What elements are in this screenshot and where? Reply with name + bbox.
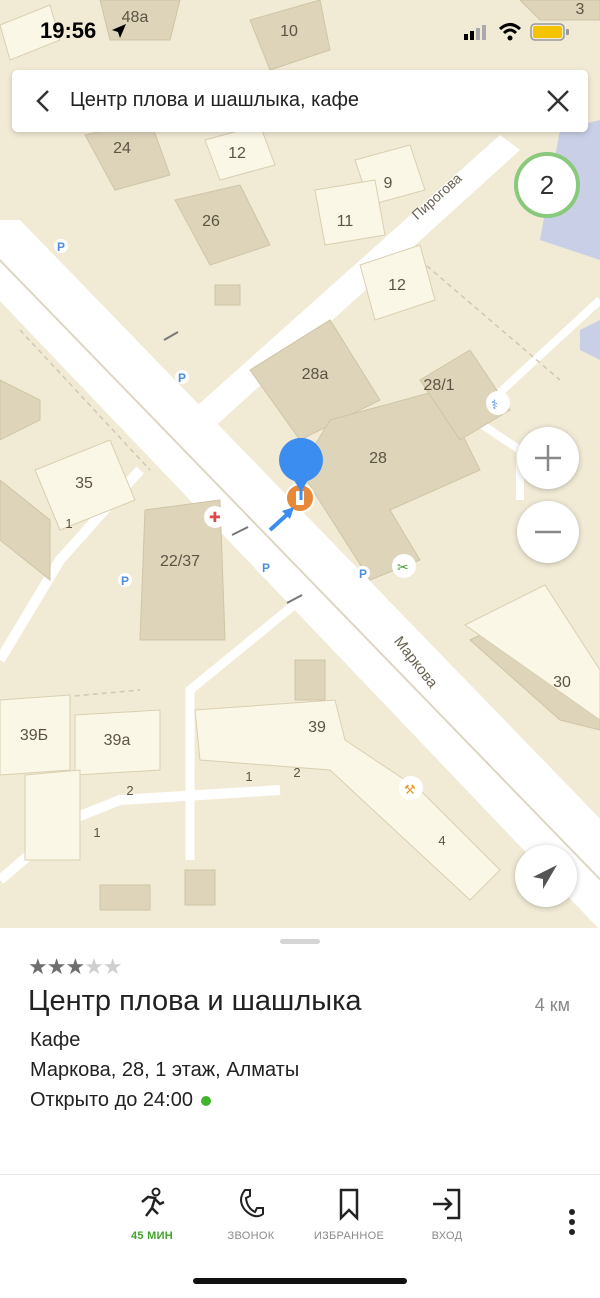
svg-text:28/1: 28/1	[423, 377, 454, 394]
search-query[interactable]: Центр плова и шашлыка, кафе	[70, 89, 359, 112]
svg-text:P: P	[359, 567, 367, 581]
svg-text:✂: ✂	[397, 560, 409, 576]
cellular-signal-icon	[464, 25, 486, 40]
svg-text:39Б: 39Б	[20, 727, 48, 744]
my-location-button[interactable]	[515, 845, 577, 907]
open-status-dot	[200, 1095, 211, 1106]
tab-label: ЗВОНОК	[227, 1230, 275, 1242]
svg-text:28а: 28а	[302, 366, 329, 383]
svg-text:39: 39	[308, 719, 326, 736]
tab-entrance[interactable]: ВХОД	[392, 1186, 502, 1256]
clock: 19:56	[40, 18, 97, 43]
place-category: Кафе	[30, 1029, 81, 1051]
navigation-arrow-icon	[533, 865, 557, 889]
tab-route-walk[interactable]: 45 МИН	[97, 1186, 207, 1256]
place-name: Центр плова и шашлыка	[28, 985, 362, 1017]
zoom-in-button[interactable]	[517, 427, 579, 489]
svg-text:✚: ✚	[209, 510, 221, 526]
svg-text:4: 4	[438, 833, 445, 848]
place-distance: 4 км	[534, 995, 570, 1015]
svg-text:⚒: ⚒	[404, 783, 416, 798]
svg-text:39а: 39а	[104, 732, 131, 749]
battery-icon	[530, 23, 569, 41]
home-indicator	[193, 1278, 407, 1284]
svg-text:26: 26	[202, 213, 220, 230]
tab-call[interactable]: ЗВОНОК	[196, 1186, 306, 1256]
search-bar[interactable]: Центр плова и шашлыка, кафе	[12, 70, 588, 132]
svg-text:28: 28	[369, 450, 387, 467]
svg-text:1: 1	[93, 825, 100, 840]
tab-label: ИЗБРАННОЕ	[313, 1230, 385, 1242]
wifi-icon	[498, 23, 522, 41]
status-bar: 19:56	[0, 0, 600, 64]
svg-text:12: 12	[228, 145, 246, 162]
svg-text:9: 9	[384, 175, 393, 192]
svg-text:1: 1	[65, 516, 72, 531]
svg-text:2: 2	[126, 783, 133, 798]
svg-text:P: P	[121, 574, 129, 588]
login-icon	[433, 1188, 461, 1220]
walker-icon	[141, 1187, 165, 1217]
svg-text:24: 24	[113, 140, 131, 157]
svg-text:12: 12	[388, 277, 406, 294]
svg-text:P: P	[262, 561, 270, 575]
traffic-level-button[interactable]: 2	[514, 152, 580, 218]
tab-label: 45 МИН	[130, 1230, 174, 1242]
place-address: Маркова, 28, 1 этаж, Алматы	[30, 1059, 300, 1081]
minus-icon	[535, 530, 561, 534]
svg-text:P: P	[178, 371, 186, 385]
tab-favorites[interactable]: ИЗБРАННОЕ	[294, 1186, 404, 1256]
svg-text:30: 30	[553, 674, 571, 691]
place-card[interactable]: ★★★★★ Центр плова и шашлыка 4 км Кафе Ма…	[0, 928, 600, 1298]
svg-text:⚕: ⚕	[491, 398, 498, 413]
location-arrow-icon	[112, 24, 126, 38]
place-hours: Открыто до 24:00	[30, 1089, 211, 1112]
zoom-out-button[interactable]	[517, 501, 579, 563]
rating-stars: ★★★★★	[28, 954, 123, 979]
tab-label: ВХОД	[431, 1230, 463, 1242]
map-view[interactable]: 48а 10 3 24 12 9 11 26 12 28а 28/1 28 35…	[0, 0, 600, 930]
svg-text:35: 35	[75, 475, 93, 492]
drag-handle[interactable]	[280, 939, 320, 944]
svg-text:1: 1	[245, 769, 252, 784]
phone-icon	[240, 1189, 264, 1218]
close-icon[interactable]	[540, 83, 576, 119]
back-icon[interactable]	[26, 83, 62, 119]
more-options-icon[interactable]	[558, 1204, 586, 1240]
divider	[0, 1174, 600, 1175]
svg-text:P: P	[57, 240, 65, 254]
bookmark-icon	[339, 1188, 359, 1222]
svg-text:11: 11	[337, 213, 354, 230]
svg-text:2: 2	[293, 765, 300, 780]
svg-text:22/37: 22/37	[160, 553, 200, 570]
plus-icon	[535, 445, 561, 471]
